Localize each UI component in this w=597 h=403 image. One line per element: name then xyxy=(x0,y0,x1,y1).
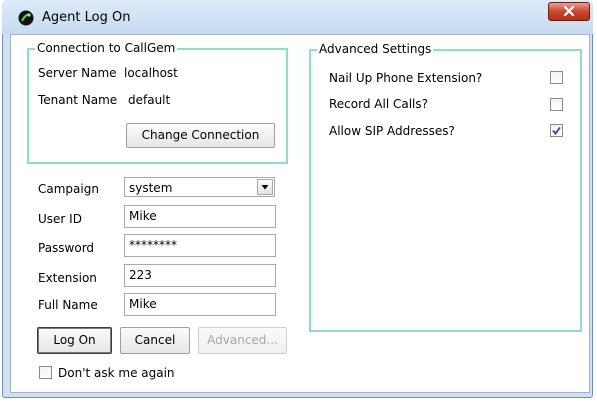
callgem-logo-icon xyxy=(18,10,34,26)
dont-ask-checkbox[interactable] xyxy=(39,366,52,379)
log-on-button[interactable]: Log On xyxy=(37,327,112,354)
server-name-value: localhost xyxy=(124,66,178,80)
allow-sip-label: Allow SIP Addresses? xyxy=(329,124,455,138)
checkmark-icon xyxy=(552,126,561,135)
password-label: Password xyxy=(38,241,95,255)
server-name-label: Server Name xyxy=(38,66,117,80)
extension-label: Extension xyxy=(38,271,97,285)
allow-sip-checkbox[interactable] xyxy=(550,124,563,137)
tenant-name-value: default xyxy=(128,93,171,107)
extension-input[interactable]: 223 xyxy=(124,264,276,287)
advanced-settings-group xyxy=(309,49,582,332)
nail-up-checkbox[interactable] xyxy=(550,71,563,84)
full-name-label: Full Name xyxy=(38,298,98,312)
cancel-button[interactable]: Cancel xyxy=(120,327,190,354)
window-title: Agent Log On xyxy=(42,10,131,25)
password-input[interactable]: ******** xyxy=(124,234,276,257)
user-id-label: User ID xyxy=(38,212,82,226)
record-calls-checkbox[interactable] xyxy=(550,98,563,111)
campaign-dropdown-button[interactable] xyxy=(257,179,273,195)
dont-ask-label: Don't ask me again xyxy=(58,366,175,380)
change-connection-button[interactable]: Change Connection xyxy=(126,123,275,148)
close-icon xyxy=(563,5,575,17)
advanced-settings-legend: Advanced Settings xyxy=(317,42,434,56)
chevron-down-icon xyxy=(261,185,269,190)
campaign-label: Campaign xyxy=(38,182,99,196)
full-name-input[interactable]: Mike xyxy=(124,293,276,316)
campaign-select[interactable]: system xyxy=(124,177,275,197)
record-calls-label: Record All Calls? xyxy=(329,97,428,111)
nail-up-label: Nail Up Phone Extension? xyxy=(329,71,483,85)
close-button[interactable] xyxy=(548,2,590,21)
user-id-input[interactable]: Mike xyxy=(124,205,276,228)
connection-group-legend: Connection to CallGem xyxy=(35,41,178,55)
tenant-name-label: Tenant Name xyxy=(38,93,118,107)
campaign-select-value: system xyxy=(129,181,173,195)
advanced-button: Advanced... xyxy=(198,327,287,354)
